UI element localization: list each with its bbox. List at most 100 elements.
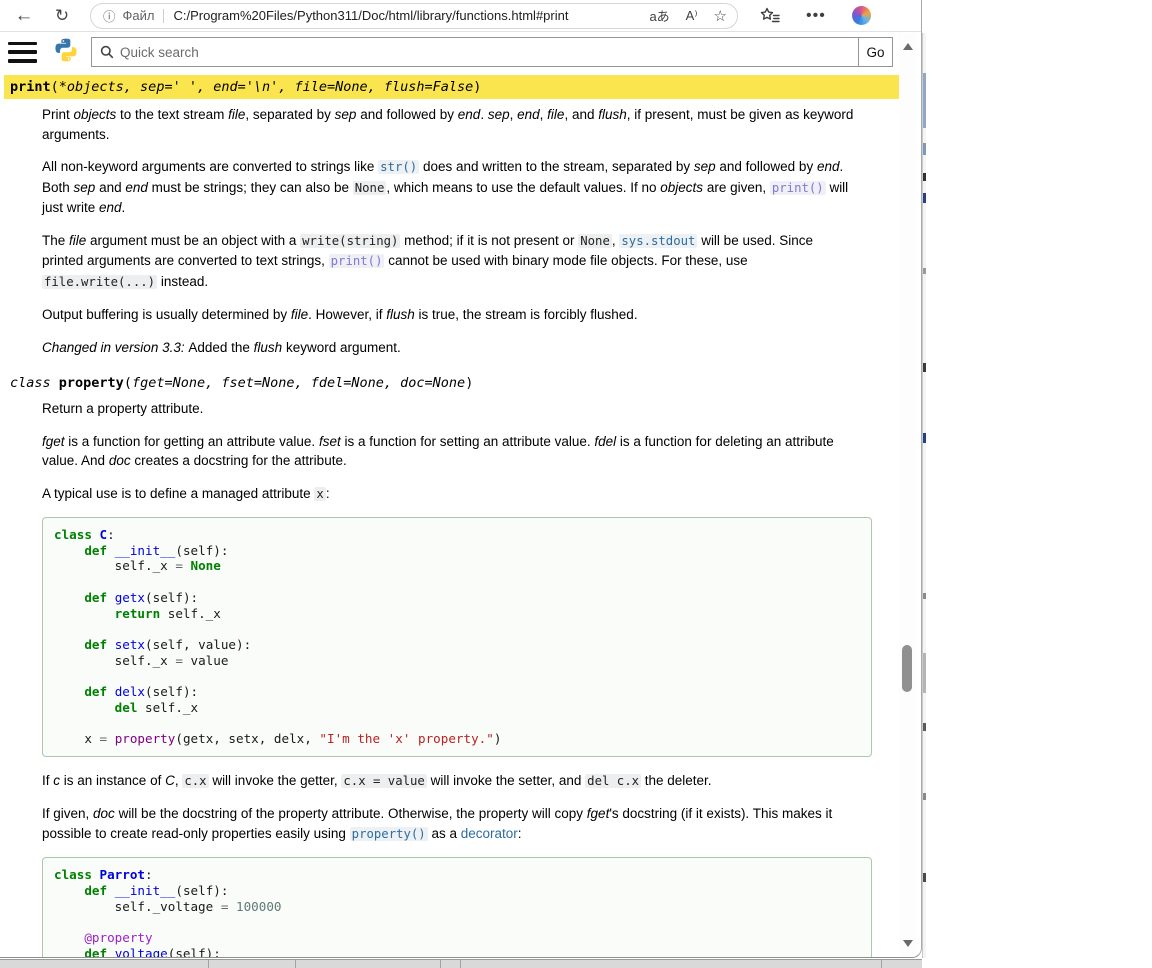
vertical-scrollbar[interactable] (899, 33, 916, 957)
copilot-icon[interactable] (852, 6, 871, 25)
address-bar[interactable]: ⓘ Файл C:/Program%20Files/Python311/Doc/… (90, 3, 738, 29)
site-label: Файл (123, 8, 155, 23)
text-span: ) (473, 79, 481, 95)
text-span: Parrot (100, 867, 146, 882)
text-span: *objects, sep=' ', end='\n', file=None, … (59, 79, 474, 95)
address-divider (163, 9, 164, 23)
text-span: end (125, 180, 148, 195)
text-span: print (10, 79, 51, 95)
text-span: def (84, 543, 107, 558)
occluded-window-sliver (922, 33, 926, 958)
text-span: x (314, 487, 325, 501)
doc-link[interactable]: property() (350, 827, 428, 841)
doc-link[interactable]: sys.stdout (619, 234, 697, 248)
text-span: None (578, 234, 612, 248)
text-span: fget (42, 434, 65, 449)
code-example-class-Parrot: class Parrot: def __init__(self): self._… (42, 857, 872, 958)
text-span: del (115, 700, 138, 715)
paragraph: All non-keyword arguments are converted … (42, 157, 886, 218)
text-span: C (165, 773, 175, 788)
code-example-class-C: class C: def __init__(self): self._x = N… (42, 517, 872, 757)
doc-link[interactable]: str() (378, 160, 419, 174)
text-span: fset (319, 434, 341, 449)
translate-icon[interactable]: aあ (649, 6, 669, 25)
text-span: def (84, 946, 107, 958)
text-span: __init__ (115, 883, 176, 898)
favorites-hub-icon[interactable] (760, 7, 780, 25)
doc-link[interactable]: decorator (461, 826, 518, 841)
search-icon (100, 45, 114, 59)
text-span: = (175, 558, 183, 573)
text-span: 100000 (236, 899, 282, 914)
back-button[interactable]: ← (10, 2, 38, 30)
text-span: end (458, 107, 481, 122)
doc-link[interactable]: print() (770, 181, 826, 195)
paragraph: If c is an instance of C, c.x will invok… (42, 771, 886, 792)
text-span: return (115, 606, 161, 621)
text-span: fget=None, fset=None, fdel=None, doc=Non… (132, 375, 465, 391)
python-logo[interactable] (53, 37, 79, 68)
toolbar-right: ••• (760, 6, 871, 25)
text-span: def (84, 637, 107, 652)
text-span: delx (115, 684, 145, 699)
property-signature: class property(fget=None, fset=None, fde… (4, 371, 900, 395)
paragraph: Return a property attribute. (42, 399, 886, 419)
browser-toolbar: ← ↻ ⓘ Файл C:/Program%20Files/Python311/… (0, 0, 921, 32)
occluded-window-bottom-strip (0, 959, 922, 968)
quick-search-box: Go (91, 37, 893, 67)
menu-hamburger-icon[interactable] (8, 42, 37, 63)
paragraph: Print objects to the text stream file, s… (42, 105, 886, 144)
scroll-up-arrow-icon[interactable] (903, 43, 913, 50)
text-span: __init__ (115, 543, 176, 558)
desktop: ← ↻ ⓘ Файл C:/Program%20Files/Python311/… (0, 0, 1152, 968)
text-span: file (228, 107, 245, 122)
text-span: c (53, 773, 60, 788)
text-span: "I'm the 'x' property." (319, 731, 493, 746)
text-span: del c.x (585, 774, 641, 788)
text-span: setx (115, 637, 145, 652)
text-span: doc (93, 806, 115, 821)
property-description: Return a property attribute. fget is a f… (42, 399, 886, 958)
text-span: = (100, 731, 108, 746)
scroll-down-arrow-icon[interactable] (903, 940, 913, 947)
text-span: C (100, 527, 108, 542)
text-span: ( (124, 375, 132, 391)
text-span: property (115, 731, 176, 746)
text-span: Changed in version 3.3: (42, 340, 188, 355)
text-span: end (517, 107, 540, 122)
text-span: c.x = value (341, 774, 426, 788)
paragraph: fget is a function for getting an attrib… (42, 432, 886, 471)
search-input[interactable] (120, 45, 858, 60)
paragraph: Output buffering is usually determined b… (42, 305, 886, 325)
url-text[interactable]: C:/Program%20Files/Python311/Doc/html/li… (173, 8, 633, 23)
favorite-star-icon[interactable]: ☆ (714, 7, 727, 25)
paragraph: A typical use is to define a managed att… (42, 484, 886, 505)
site-info-icon[interactable]: ⓘ (103, 6, 116, 25)
paragraph: If given, doc will be the docstring of t… (42, 804, 886, 844)
text-span: objects (660, 180, 703, 195)
text-span: class (10, 375, 59, 391)
docs-header: Go (0, 33, 900, 71)
text-span: = (175, 653, 183, 668)
text-span: objects (74, 107, 117, 122)
read-aloud-icon[interactable]: A⁾ (686, 8, 698, 24)
text-span: sep (488, 107, 510, 122)
changed-in-version-note: Changed in version 3.3: Added the flush … (42, 338, 886, 358)
text-span: flush (386, 307, 415, 322)
text-span: def (84, 684, 107, 699)
text-span: end (817, 159, 840, 174)
search-field[interactable] (92, 38, 858, 66)
paragraph: The file argument must be an object with… (42, 231, 886, 293)
refresh-button[interactable]: ↻ (48, 2, 76, 30)
print-description: Print objects to the text stream file, s… (42, 105, 886, 357)
text-span: flush (598, 107, 627, 122)
text-span: file (547, 107, 564, 122)
text-span: @property (84, 930, 152, 945)
text-span: file.write(...) (42, 275, 157, 289)
settings-more-icon[interactable]: ••• (806, 7, 826, 25)
doc-link[interactable]: print() (329, 254, 385, 268)
scrollbar-thumb[interactable] (902, 645, 912, 692)
go-button[interactable]: Go (858, 38, 892, 66)
text-span: sep (74, 180, 96, 195)
doc-content: print ( *objects, sep=' ', end='\n', file=… (0, 71, 900, 958)
